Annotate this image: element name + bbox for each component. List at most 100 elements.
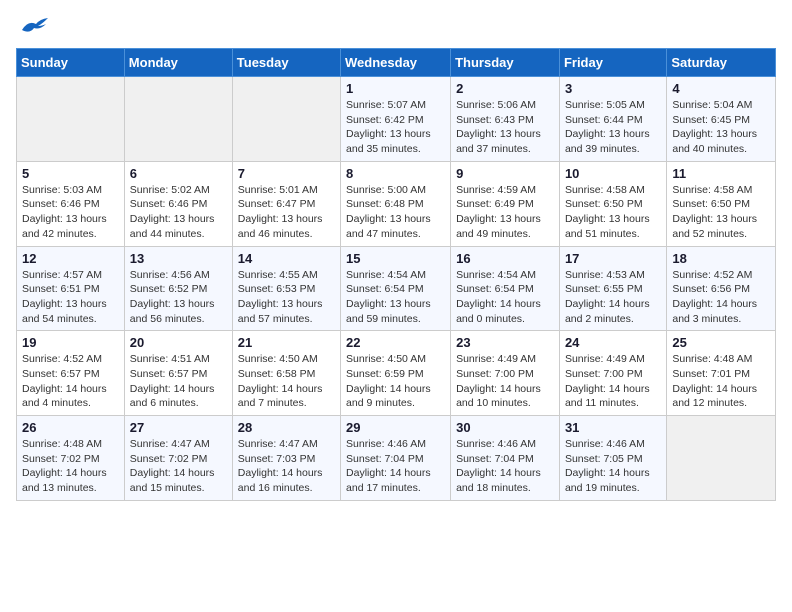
- calendar-cell: 22 Sunrise: 4:50 AM Sunset: 6:59 PM Dayli…: [341, 331, 451, 416]
- calendar-cell: 16Sunrise: 4:54 AM Sunset: 6:54 PM Dayli…: [451, 246, 560, 331]
- day-info: Sunrise: 5:00 AM Sunset: 6:48 PM Dayligh…: [346, 183, 445, 242]
- day-number: 15: [346, 251, 445, 266]
- calendar-cell: [17, 77, 125, 162]
- calendar-cell: 1 Sunrise: 5:07 AM Sunset: 6:42 PM Daylig…: [341, 77, 451, 162]
- day-info: Sunrise: 4:46 AM Sunset: 7:04 PM Dayligh…: [456, 437, 554, 496]
- calendar-cell: [124, 77, 232, 162]
- day-number: 28: [238, 420, 335, 435]
- day-info: Sunrise: 4:49 AM Sunset: 7:00 PM Dayligh…: [565, 352, 661, 411]
- day-number: 6: [130, 166, 227, 181]
- calendar-cell: 31Sunrise: 4:46 AM Sunset: 7:05 PM Dayli…: [559, 416, 666, 501]
- day-number: 20: [130, 335, 227, 350]
- day-info: Sunrise: 4:48 AM Sunset: 7:02 PM Dayligh…: [22, 437, 119, 496]
- day-number: 10: [565, 166, 661, 181]
- calendar-cell: 5 Sunrise: 5:03 AM Sunset: 6:46 PM Daylig…: [17, 161, 125, 246]
- calendar-cell: 18 Sunrise: 4:52 AM Sunset: 6:56 PM Dayli…: [667, 246, 776, 331]
- day-number: 9: [456, 166, 554, 181]
- day-info: Sunrise: 4:54 AM Sunset: 6:54 PM Dayligh…: [456, 268, 554, 327]
- weekday-header-monday: Monday: [124, 49, 232, 77]
- day-number: 14: [238, 251, 335, 266]
- day-info: Sunrise: 4:59 AM Sunset: 6:49 PM Dayligh…: [456, 183, 554, 242]
- day-number: 24: [565, 335, 661, 350]
- day-info: Sunrise: 4:46 AM Sunset: 7:04 PM Dayligh…: [346, 437, 445, 496]
- day-info: Sunrise: 4:53 AM Sunset: 6:55 PM Dayligh…: [565, 268, 661, 327]
- day-info: Sunrise: 4:56 AM Sunset: 6:52 PM Dayligh…: [130, 268, 227, 327]
- day-info: Sunrise: 4:58 AM Sunset: 6:50 PM Dayligh…: [672, 183, 770, 242]
- calendar-cell: 28Sunrise: 4:47 AM Sunset: 7:03 PM Dayli…: [232, 416, 340, 501]
- day-info: Sunrise: 5:02 AM Sunset: 6:46 PM Dayligh…: [130, 183, 227, 242]
- day-number: 29: [346, 420, 445, 435]
- day-info: Sunrise: 4:51 AM Sunset: 6:57 PM Dayligh…: [130, 352, 227, 411]
- calendar-cell: 2 Sunrise: 5:06 AM Sunset: 6:43 PM Daylig…: [451, 77, 560, 162]
- day-number: 22: [346, 335, 445, 350]
- calendar-table: SundayMondayTuesdayWednesdayThursdayFrid…: [16, 48, 776, 501]
- calendar-cell: 25Sunrise: 4:48 AM Sunset: 7:01 PM Dayli…: [667, 331, 776, 416]
- calendar-cell: 29 Sunrise: 4:46 AM Sunset: 7:04 PM Dayli…: [341, 416, 451, 501]
- calendar-cell: 27 Sunrise: 4:47 AM Sunset: 7:02 PM Dayli…: [124, 416, 232, 501]
- calendar-cell: 8 Sunrise: 5:00 AM Sunset: 6:48 PM Daylig…: [341, 161, 451, 246]
- calendar-cell: 26 Sunrise: 4:48 AM Sunset: 7:02 PM Dayli…: [17, 416, 125, 501]
- day-info: Sunrise: 5:03 AM Sunset: 6:46 PM Dayligh…: [22, 183, 119, 242]
- calendar-cell: 19 Sunrise: 4:52 AM Sunset: 6:57 PM Dayli…: [17, 331, 125, 416]
- weekday-header-thursday: Thursday: [451, 49, 560, 77]
- day-info: Sunrise: 4:52 AM Sunset: 6:56 PM Dayligh…: [672, 268, 770, 327]
- day-number: 26: [22, 420, 119, 435]
- weekday-header-saturday: Saturday: [667, 49, 776, 77]
- logo-bird-icon: [20, 16, 48, 36]
- day-number: 8: [346, 166, 445, 181]
- calendar-week-3: 12Sunrise: 4:57 AM Sunset: 6:51 PM Dayli…: [17, 246, 776, 331]
- day-number: 12: [22, 251, 119, 266]
- calendar-cell: 11 Sunrise: 4:58 AM Sunset: 6:50 PM Dayli…: [667, 161, 776, 246]
- calendar-cell: 7Sunrise: 5:01 AM Sunset: 6:47 PM Daylig…: [232, 161, 340, 246]
- weekday-header-row: SundayMondayTuesdayWednesdayThursdayFrid…: [17, 49, 776, 77]
- calendar-cell: 21 Sunrise: 4:50 AM Sunset: 6:58 PM Dayli…: [232, 331, 340, 416]
- day-number: 21: [238, 335, 335, 350]
- day-number: 25: [672, 335, 770, 350]
- calendar-cell: 13Sunrise: 4:56 AM Sunset: 6:52 PM Dayli…: [124, 246, 232, 331]
- day-info: Sunrise: 4:47 AM Sunset: 7:02 PM Dayligh…: [130, 437, 227, 496]
- calendar-cell: 15 Sunrise: 4:54 AM Sunset: 6:54 PM Dayli…: [341, 246, 451, 331]
- calendar-cell: [232, 77, 340, 162]
- day-info: Sunrise: 5:07 AM Sunset: 6:42 PM Dayligh…: [346, 98, 445, 157]
- day-info: Sunrise: 5:04 AM Sunset: 6:45 PM Dayligh…: [672, 98, 770, 157]
- weekday-header-wednesday: Wednesday: [341, 49, 451, 77]
- calendar-cell: 30 Sunrise: 4:46 AM Sunset: 7:04 PM Dayli…: [451, 416, 560, 501]
- day-info: Sunrise: 4:52 AM Sunset: 6:57 PM Dayligh…: [22, 352, 119, 411]
- calendar-week-2: 5 Sunrise: 5:03 AM Sunset: 6:46 PM Daylig…: [17, 161, 776, 246]
- weekday-header-sunday: Sunday: [17, 49, 125, 77]
- day-number: 19: [22, 335, 119, 350]
- day-number: 18: [672, 251, 770, 266]
- calendar-cell: 24 Sunrise: 4:49 AM Sunset: 7:00 PM Dayli…: [559, 331, 666, 416]
- day-number: 11: [672, 166, 770, 181]
- day-info: Sunrise: 5:06 AM Sunset: 6:43 PM Dayligh…: [456, 98, 554, 157]
- day-info: Sunrise: 4:55 AM Sunset: 6:53 PM Dayligh…: [238, 268, 335, 327]
- day-number: 23: [456, 335, 554, 350]
- calendar-cell: 14 Sunrise: 4:55 AM Sunset: 6:53 PM Dayli…: [232, 246, 340, 331]
- day-info: Sunrise: 4:50 AM Sunset: 6:58 PM Dayligh…: [238, 352, 335, 411]
- day-number: 27: [130, 420, 227, 435]
- day-info: Sunrise: 4:54 AM Sunset: 6:54 PM Dayligh…: [346, 268, 445, 327]
- day-info: Sunrise: 4:49 AM Sunset: 7:00 PM Dayligh…: [456, 352, 554, 411]
- day-info: Sunrise: 4:46 AM Sunset: 7:05 PM Dayligh…: [565, 437, 661, 496]
- calendar-cell: 3Sunrise: 5:05 AM Sunset: 6:44 PM Daylig…: [559, 77, 666, 162]
- day-number: 1: [346, 81, 445, 96]
- day-info: Sunrise: 4:50 AM Sunset: 6:59 PM Dayligh…: [346, 352, 445, 411]
- weekday-header-tuesday: Tuesday: [232, 49, 340, 77]
- logo: [16, 16, 50, 36]
- day-number: 5: [22, 166, 119, 181]
- day-number: 7: [238, 166, 335, 181]
- day-number: 30: [456, 420, 554, 435]
- calendar-cell: 12Sunrise: 4:57 AM Sunset: 6:51 PM Dayli…: [17, 246, 125, 331]
- day-number: 4: [672, 81, 770, 96]
- calendar-cell: 23 Sunrise: 4:49 AM Sunset: 7:00 PM Dayli…: [451, 331, 560, 416]
- calendar-cell: 6 Sunrise: 5:02 AM Sunset: 6:46 PM Daylig…: [124, 161, 232, 246]
- calendar-week-4: 19 Sunrise: 4:52 AM Sunset: 6:57 PM Dayli…: [17, 331, 776, 416]
- day-number: 2: [456, 81, 554, 96]
- calendar-week-5: 26 Sunrise: 4:48 AM Sunset: 7:02 PM Dayli…: [17, 416, 776, 501]
- calendar-cell: 17Sunrise: 4:53 AM Sunset: 6:55 PM Dayli…: [559, 246, 666, 331]
- calendar-cell: 10Sunrise: 4:58 AM Sunset: 6:50 PM Dayli…: [559, 161, 666, 246]
- calendar-cell: 20 Sunrise: 4:51 AM Sunset: 6:57 PM Dayli…: [124, 331, 232, 416]
- weekday-header-friday: Friday: [559, 49, 666, 77]
- calendar-cell: 4 Sunrise: 5:04 AM Sunset: 6:45 PM Daylig…: [667, 77, 776, 162]
- calendar-cell: 9 Sunrise: 4:59 AM Sunset: 6:49 PM Daylig…: [451, 161, 560, 246]
